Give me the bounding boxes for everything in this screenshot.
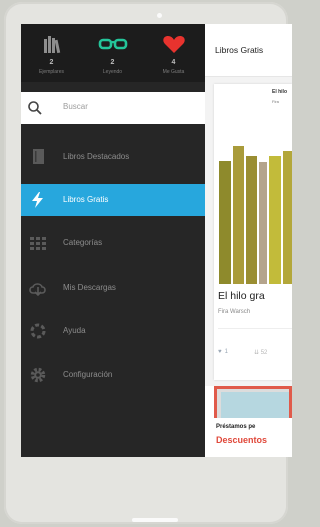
search-row[interactable]: Buscar [21, 92, 205, 124]
stat-me-gusta[interactable]: 4 Me Gusta [143, 24, 204, 82]
stat-label: Ejemplares [38, 69, 64, 75]
downloads-value: 52 [260, 350, 268, 356]
book-cover[interactable]: El hilo Fira [214, 84, 292, 284]
home-indicator[interactable] [132, 518, 178, 522]
help-icon [28, 322, 48, 340]
cover-title: El hilo [272, 89, 287, 95]
menu-item-mis-descargas[interactable]: Mis Descargas [21, 272, 205, 304]
book-card[interactable]: El hilo Fira El hilo gra Fira Warsch ♥ 1… [214, 84, 292, 380]
stat-label: Me Gusta [162, 69, 185, 75]
app-screen: 2 Ejemplares 2 Leyendo 4 Me Gusta Buscar… [21, 24, 292, 457]
lightning-icon [28, 191, 48, 209]
tablet-frame: 2 Ejemplares 2 Leyendo 4 Me Gusta Buscar… [4, 2, 292, 524]
downloads-count[interactable]: ⇊ 52 [254, 349, 267, 356]
stat-leyendo[interactable]: 2 Leyendo [82, 24, 143, 82]
heart-outline-icon: ♥ [218, 349, 222, 355]
banner-image-inner [221, 392, 289, 418]
glasses-icon [82, 33, 143, 55]
book-title: El hilo gra [218, 290, 265, 302]
stat-count: 2 [110, 59, 115, 66]
menu-label: Mis Descargas [63, 283, 116, 292]
camera-dot [157, 13, 162, 18]
content-header: Libros Gratis [205, 24, 292, 77]
banner-image [214, 386, 292, 418]
menu-label: Libros Destacados [63, 152, 130, 161]
drawer-stats-bar: 2 Ejemplares 2 Leyendo 4 Me Gusta [21, 24, 205, 82]
stat-count: 4 [171, 59, 176, 66]
menu-item-configuracion[interactable]: Configuración [21, 359, 205, 391]
search-icon [27, 100, 43, 121]
card-divider [218, 328, 292, 329]
likes-count[interactable]: ♥ 1 [218, 349, 228, 355]
gear-icon [28, 366, 48, 384]
books-icon [21, 33, 82, 55]
book-icon [28, 148, 48, 166]
grid-icon [28, 234, 48, 252]
main-content: Libros Gratis El hilo Fira El hilo gra F… [205, 24, 292, 457]
download-icon [28, 279, 48, 297]
banner-subheadline: Descuentos [216, 435, 268, 445]
promo-banner[interactable]: Préstamos pe Descuentos [205, 386, 292, 457]
heart-icon [143, 33, 204, 55]
menu-label: Ayuda [63, 326, 86, 335]
cover-art [219, 146, 292, 284]
stat-count: 2 [49, 59, 54, 66]
navigation-drawer: 2 Ejemplares 2 Leyendo 4 Me Gusta Buscar… [21, 24, 205, 457]
menu-label: Configuración [63, 370, 113, 379]
stat-label: Leyendo [102, 69, 123, 75]
menu-label: Libros Gratis [63, 195, 109, 204]
menu-item-libros-gratis[interactable]: Libros Gratis [21, 184, 205, 216]
page-title: Libros Gratis [215, 45, 264, 55]
menu-item-ayuda[interactable]: Ayuda [21, 315, 205, 347]
menu-label: Categorías [63, 238, 103, 247]
menu-item-categorias[interactable]: Categorías [21, 227, 205, 259]
menu-item-libros-destacados[interactable]: Libros Destacados [21, 141, 205, 173]
cover-author: Fira [272, 99, 279, 104]
book-author: Fira Warsch [218, 309, 251, 315]
download-icon: ⇊ [254, 350, 261, 356]
search-label: Buscar [63, 102, 88, 111]
stat-ejemplares[interactable]: 2 Ejemplares [21, 24, 82, 82]
banner-headline: Préstamos pe [216, 424, 256, 430]
likes-value: 1 [224, 349, 228, 355]
